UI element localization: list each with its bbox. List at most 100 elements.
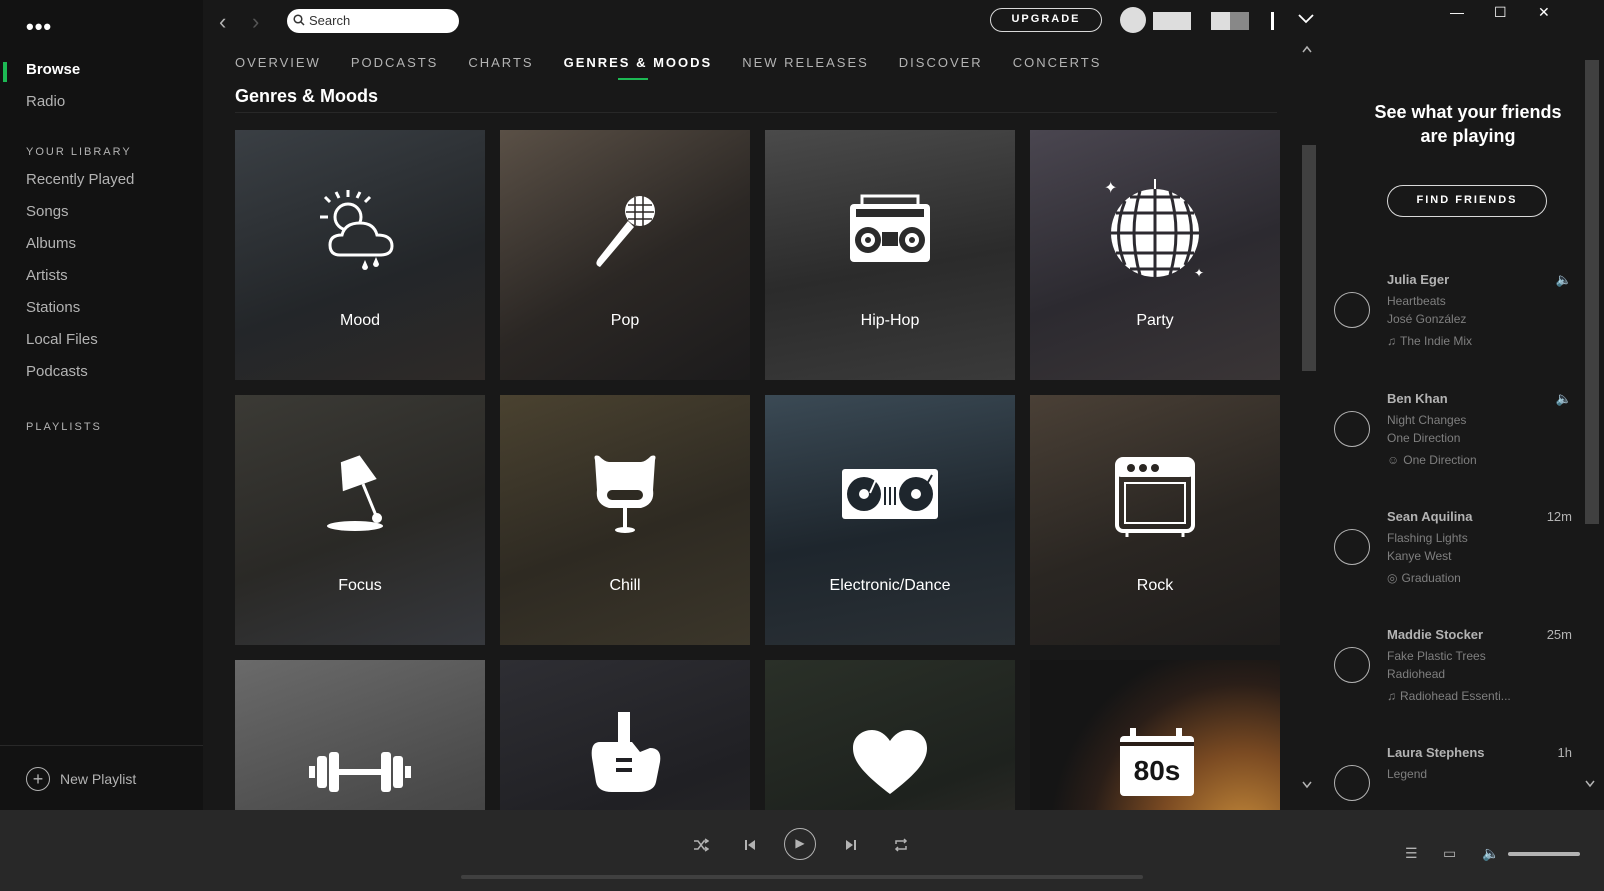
friend-artist: Kanye West (1387, 549, 1452, 563)
volume-icon[interactable]: 🔈 (1482, 845, 1499, 862)
main-scrollbar[interactable] (1300, 45, 1316, 805)
avatar[interactable] (1120, 7, 1146, 33)
genre-tile-party[interactable]: ✦ ✦ Party (1030, 130, 1280, 380)
friend-avatar-icon (1334, 647, 1370, 683)
tile-label: Pop (610, 312, 640, 329)
genre-tile-decades[interactable]: 80s (1030, 660, 1280, 810)
upgrade-button[interactable]: UPGRADE (990, 8, 1102, 32)
tab-charts[interactable]: CHARTS (468, 55, 533, 85)
tile-label: Chill (609, 577, 641, 594)
friends-scrollbar[interactable] (1583, 40, 1599, 810)
genre-tile-chill[interactable]: Chill (500, 395, 750, 645)
friend-activity-panel: — ☐ ✕ See what your friends are playing … (1332, 0, 1604, 810)
scroll-down-icon[interactable] (1585, 780, 1595, 788)
friend-item[interactable]: Maddie Stocker 25m Fake Plastic Trees Ra… (1332, 627, 1582, 737)
scrollbar-thumb[interactable] (1302, 145, 1316, 371)
genre-tile-hip-hop[interactable]: Hip-Hop (765, 130, 1015, 380)
friend-item[interactable]: Laura Stephens 1h Legend (1332, 745, 1582, 810)
friend-context: ♫ Radiohead Essenti... (1387, 689, 1511, 703)
scrollbar-thumb[interactable] (1585, 60, 1599, 524)
sidebar: ••• Browse Radio YOUR LIBRARY Recently P… (0, 0, 203, 810)
search-placeholder: Search (309, 13, 351, 28)
friend-item[interactable]: Julia Eger 🔈 Heartbeats José González ♫ T… (1332, 272, 1582, 382)
playlists-label: PLAYLISTS (26, 421, 102, 433)
heart-icon (853, 730, 927, 794)
active-indicator (3, 62, 7, 82)
sidebar-item-albums[interactable]: Albums (26, 235, 76, 252)
genre-tile-electronic-dance[interactable]: Electronic/Dance (765, 395, 1015, 645)
friend-name: Sean Aquilina (1387, 509, 1473, 524)
sidebar-item-browse[interactable]: Browse (26, 61, 80, 78)
maximize-button[interactable]: ☐ (1494, 4, 1507, 21)
genre-tile-workout[interactable] (235, 660, 485, 810)
divider (0, 745, 203, 746)
friend-artist: Radiohead (1387, 667, 1446, 681)
genre-tile-guitar[interactable] (500, 660, 750, 810)
username-block[interactable] (1153, 12, 1191, 30)
scroll-up-icon[interactable] (1302, 45, 1312, 53)
new-playlist-button[interactable]: + New Playlist (26, 767, 136, 791)
repeat-icon[interactable] (893, 838, 909, 852)
minimize-button[interactable]: — (1450, 4, 1464, 20)
new-playlist-label: New Playlist (60, 771, 137, 787)
previous-icon[interactable] (744, 839, 756, 851)
sidebar-item-local-files[interactable]: Local Files (26, 331, 98, 348)
genre-tile-romance[interactable] (765, 660, 1015, 810)
sidebar-item-songs[interactable]: Songs (26, 203, 69, 220)
friend-artist: One Direction (1387, 431, 1461, 445)
tab-discover[interactable]: DISCOVER (899, 55, 983, 85)
genre-tile-mood[interactable]: Mood (235, 130, 485, 380)
tab-overview[interactable]: OVERVIEW (235, 55, 321, 85)
sidebar-item-stations[interactable]: Stations (26, 299, 80, 316)
dumbbell-icon (309, 752, 411, 792)
find-friends-button[interactable]: FIND FRIENDS (1387, 185, 1547, 217)
tab-new-releases[interactable]: NEW RELEASES (742, 55, 869, 85)
plus-icon: + (26, 767, 50, 791)
album-icon: ◎ (1387, 571, 1398, 585)
tab-genres-moods[interactable]: GENRES & MOODS (564, 55, 713, 85)
boombox-icon (850, 194, 930, 262)
sidebar-item-radio[interactable]: Radio (26, 93, 65, 110)
friend-track: Legend (1387, 767, 1428, 781)
friend-artist: José González (1387, 312, 1467, 326)
play-button[interactable]: ▶ (784, 828, 816, 860)
scroll-down-icon[interactable] (1302, 781, 1312, 789)
tab-podcasts[interactable]: PODCASTS (351, 55, 439, 85)
search-input[interactable]: Search (287, 9, 459, 33)
separator-bar (1271, 12, 1274, 30)
music-note-icon: ♫ (1387, 334, 1396, 348)
music-note-icon: ♫ (1387, 689, 1396, 703)
back-arrow-icon[interactable]: ‹ (219, 9, 226, 35)
turntables-icon (842, 469, 938, 519)
queue-icon[interactable]: ☰ (1405, 845, 1418, 862)
desk-lamp-icon (327, 455, 383, 531)
chevron-down-icon[interactable] (1298, 14, 1314, 24)
friend-time: 1h (1557, 745, 1572, 760)
friend-time: 12m (1546, 509, 1572, 524)
tile-label: Rock (1136, 577, 1174, 594)
tab-concerts[interactable]: CONCERTS (1013, 55, 1102, 85)
shuffle-icon[interactable] (693, 838, 709, 852)
menu-dots-button[interactable]: ••• (26, 14, 52, 40)
genre-tile-rock[interactable]: Rock (1030, 395, 1280, 645)
forward-arrow-icon[interactable]: › (252, 9, 259, 35)
progress-bar[interactable] (461, 875, 1143, 879)
close-button[interactable]: ✕ (1538, 4, 1550, 21)
spotify-app: ••• Browse Radio YOUR LIBRARY Recently P… (0, 0, 1604, 891)
sidebar-item-recently-played[interactable]: Recently Played (26, 171, 134, 188)
main-content: ‹ › Search UPGRADE OVERVIEW PODCASTS CHA… (203, 0, 1332, 810)
sidebar-item-podcasts[interactable]: Podcasts (26, 363, 88, 380)
friend-context: ◎ Graduation (1387, 571, 1461, 585)
next-icon[interactable] (845, 839, 857, 851)
genre-tile-pop[interactable]: Pop (500, 130, 750, 380)
friend-context: ♫ The Indie Mix (1387, 334, 1473, 348)
genre-tile-focus[interactable]: Focus (235, 395, 485, 645)
80s-text: 80s (1134, 755, 1181, 786)
friend-name: Laura Stephens (1387, 745, 1485, 760)
volume-slider[interactable] (1508, 852, 1580, 856)
amplifier-icon (1115, 457, 1195, 537)
friend-item[interactable]: Ben Khan 🔈 Night Changes One Direction ☺… (1332, 391, 1582, 501)
devices-icon[interactable]: ▭ (1443, 845, 1456, 862)
friend-item[interactable]: Sean Aquilina 12m Flashing Lights Kanye … (1332, 509, 1582, 619)
sidebar-item-artists[interactable]: Artists (26, 267, 68, 284)
